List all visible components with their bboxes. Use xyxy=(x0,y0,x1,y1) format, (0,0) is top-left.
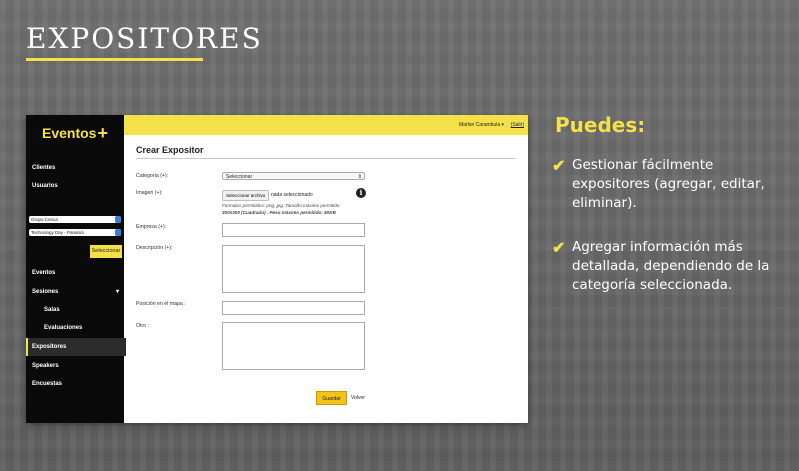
select-arrow-icon xyxy=(115,216,121,223)
select-button[interactable]: Seleccionar xyxy=(90,245,122,258)
map-position-label: Posición en el mapa : xyxy=(136,301,186,307)
select-arrow-icon xyxy=(115,229,121,236)
sidebar-item-expositores[interactable]: Expositores xyxy=(32,344,66,350)
info-title: Puedes: xyxy=(555,113,646,137)
logout-link[interactable]: (Salir) xyxy=(511,122,524,128)
form-title: Crear Expositor xyxy=(136,145,204,155)
page-title: EXPOSITORES xyxy=(26,22,263,55)
sidebar-item-eventos[interactable]: Eventos xyxy=(32,270,55,276)
app-screenshot: Eventos + Clientes Usuarios Grupo Cenca … xyxy=(26,115,528,423)
event-select-value: Technology Day - Panamá xyxy=(31,230,84,235)
map-position-input[interactable] xyxy=(222,301,365,315)
company-input[interactable] xyxy=(222,223,365,237)
form-divider xyxy=(136,158,516,159)
event-select[interactable]: Technology Day - Panamá xyxy=(29,229,121,236)
description-label: Descripción (+): xyxy=(136,245,173,251)
save-button[interactable]: Guardar xyxy=(316,391,347,405)
info-item-text: Agregar información más detallada, depen… xyxy=(572,239,770,293)
image-label: Imagen (+): xyxy=(136,190,163,196)
description-textarea[interactable] xyxy=(222,245,365,293)
user-menu[interactable]: Marlon Carambula ▾ xyxy=(459,122,504,128)
logo-plus: + xyxy=(97,122,108,143)
check-icon: ✔ xyxy=(552,158,566,175)
sidebar: Eventos + Clientes Usuarios Grupo Cenca … xyxy=(26,115,126,423)
sidebar-item-encuestas[interactable]: Encuestas xyxy=(32,381,62,387)
chevron-down-icon[interactable]: ▾ xyxy=(116,288,119,295)
company-label: Empresa (+): xyxy=(136,224,167,230)
client-select-value: Grupo Cenca xyxy=(31,217,58,222)
check-icon: ✔ xyxy=(552,240,566,257)
logo[interactable]: Eventos + xyxy=(26,115,124,151)
other-label: Otro : xyxy=(136,323,149,329)
sidebar-item-evaluaciones[interactable]: Evaluaciones xyxy=(44,325,82,331)
category-label: Categoría (+): xyxy=(136,173,169,179)
file-select-button[interactable]: Seleccionar archivo xyxy=(222,190,270,201)
image-hint-line1: Formatos permitidos: png, jpg. Tamaño má… xyxy=(222,203,341,208)
client-select[interactable]: Grupo Cenca xyxy=(29,216,121,223)
other-textarea[interactable] xyxy=(222,322,365,370)
category-select[interactable]: Seleccionar ⇕ xyxy=(222,172,365,180)
back-link[interactable]: Volver xyxy=(351,395,365,401)
info-icon[interactable]: i xyxy=(356,188,366,198)
sidebar-item-usuarios[interactable]: Usuarios xyxy=(32,183,58,189)
sidebar-item-sesiones[interactable]: Sesiones xyxy=(32,289,58,295)
title-underline xyxy=(26,58,203,61)
category-select-value: Seleccionar xyxy=(226,174,253,180)
info-item-text: Gestionar fácilmente expositores (agrega… xyxy=(572,157,765,211)
top-bar: Marlon Carambula ▾ (Salir) xyxy=(124,115,528,135)
sidebar-item-clientes[interactable]: Clientes xyxy=(32,165,55,171)
sidebar-item-speakers[interactable]: Speakers xyxy=(32,363,59,369)
sidebar-item-salas[interactable]: Salas xyxy=(44,307,60,313)
image-hint-line2: 300x300 (Cuadrado) . Peso máximo permiti… xyxy=(222,210,336,215)
select-arrow-icon: ⇕ xyxy=(357,174,362,180)
file-status: nada seleccionado xyxy=(271,192,313,198)
logo-text: Eventos xyxy=(42,125,97,141)
